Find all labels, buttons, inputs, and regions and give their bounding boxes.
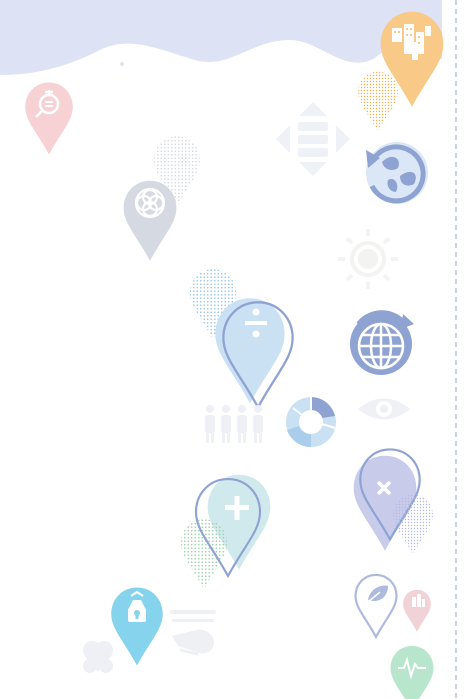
donut-chart-icon [286,397,336,448]
header-wave [0,0,442,75]
globe-arrow-icon [350,310,414,375]
hands-heart-icon [83,641,113,673]
bank-pin-icon [111,587,163,666]
fish-water-icon [107,58,157,96]
sun-icon [338,229,398,289]
arrows-cross-icon [276,102,350,176]
building-pin-icon [403,589,431,632]
eye-icon [358,398,410,420]
multiply-pin-icon [353,448,433,555]
heartbeat-pin-icon [390,645,434,699]
decorative-canvas [0,0,457,699]
divide-pin-icon [189,269,294,409]
leaf-cycle-icon [366,142,428,204]
gender-equality-pin-icon [25,82,73,155]
plus-pin-icon [180,474,271,590]
flower-pin-icon [123,136,201,261]
people-icon [205,405,263,443]
handshake-icon [170,610,216,656]
leaf-pin-icon [354,573,398,639]
